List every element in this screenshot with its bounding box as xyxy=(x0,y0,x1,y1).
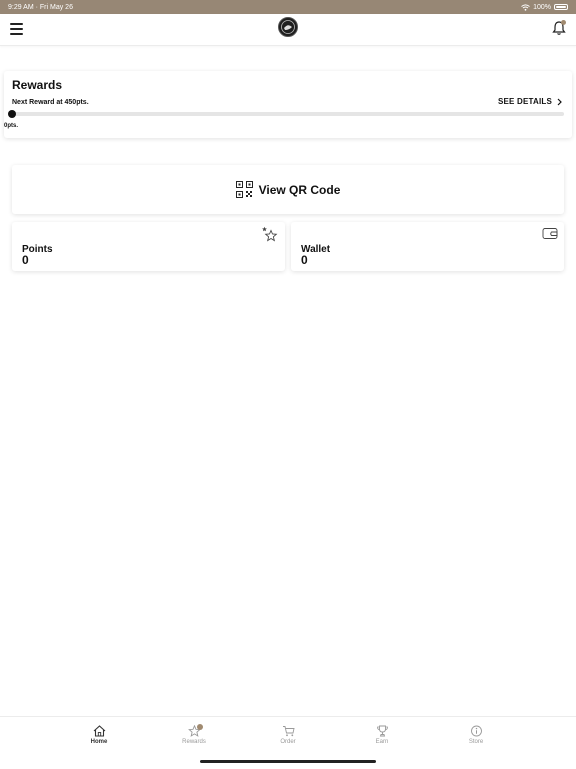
rewards-progress-bar xyxy=(10,112,564,116)
points-card[interactable]: Points 0 xyxy=(12,222,285,271)
hamburger-icon xyxy=(10,23,23,25)
next-reward-text: Next Reward at 450pts. xyxy=(12,99,89,106)
wifi-icon xyxy=(521,3,530,11)
status-bar: 9:29 AM · Fri May 26 100% xyxy=(0,0,576,14)
wallet-value: 0 xyxy=(301,253,308,267)
tab-home[interactable]: Home xyxy=(69,725,129,745)
notification-dot xyxy=(561,20,566,25)
points-value: 0 xyxy=(22,253,29,267)
battery-icon xyxy=(554,4,568,10)
stars-icon xyxy=(262,226,278,242)
chevron-right-icon xyxy=(557,98,562,105)
trophy-icon xyxy=(376,725,388,737)
app-header xyxy=(0,14,576,46)
tab-earn[interactable]: Earn xyxy=(352,725,412,745)
qr-code-icon xyxy=(235,181,253,198)
see-details-button[interactable]: SEE DETAILS xyxy=(498,97,562,106)
rewards-card: Rewards Next Reward at 450pts. SEE DETAI… xyxy=(4,71,572,138)
notifications-button[interactable] xyxy=(552,20,566,36)
view-qr-code-label: View QR Code xyxy=(258,182,341,197)
tab-rewards[interactable]: Rewards xyxy=(164,724,224,745)
tab-store-label: Store xyxy=(468,739,484,745)
tab-earn-label: Earn xyxy=(375,739,389,745)
tab-order[interactable]: Order xyxy=(258,725,318,745)
status-indicators: 100% xyxy=(521,4,568,11)
info-icon xyxy=(470,725,482,737)
battery-percent: 100% xyxy=(533,3,551,11)
status-time-date: 9:29 AM · Fri May 26 xyxy=(8,3,73,11)
tab-home-label: Home xyxy=(90,739,108,745)
menu-button[interactable] xyxy=(10,23,23,35)
rewards-badge xyxy=(197,724,203,730)
rewards-title: Rewards xyxy=(12,78,63,92)
home-icon xyxy=(93,725,105,737)
wallet-card[interactable]: Wallet 0 xyxy=(291,222,564,271)
rewards-progress-knob xyxy=(8,110,16,118)
wallet-icon xyxy=(542,228,558,239)
tab-rewards-label: Rewards xyxy=(182,739,206,745)
see-details-label: SEE DETAILS xyxy=(497,97,552,106)
tab-store[interactable]: Store xyxy=(446,725,506,745)
tab-order-label: Order xyxy=(280,739,296,745)
cart-icon xyxy=(282,726,295,737)
current-points-label: 0pts. xyxy=(4,123,19,129)
view-qr-code-button[interactable]: View QR Code xyxy=(12,165,564,214)
home-indicator xyxy=(200,760,376,763)
brand-logo xyxy=(278,17,298,37)
